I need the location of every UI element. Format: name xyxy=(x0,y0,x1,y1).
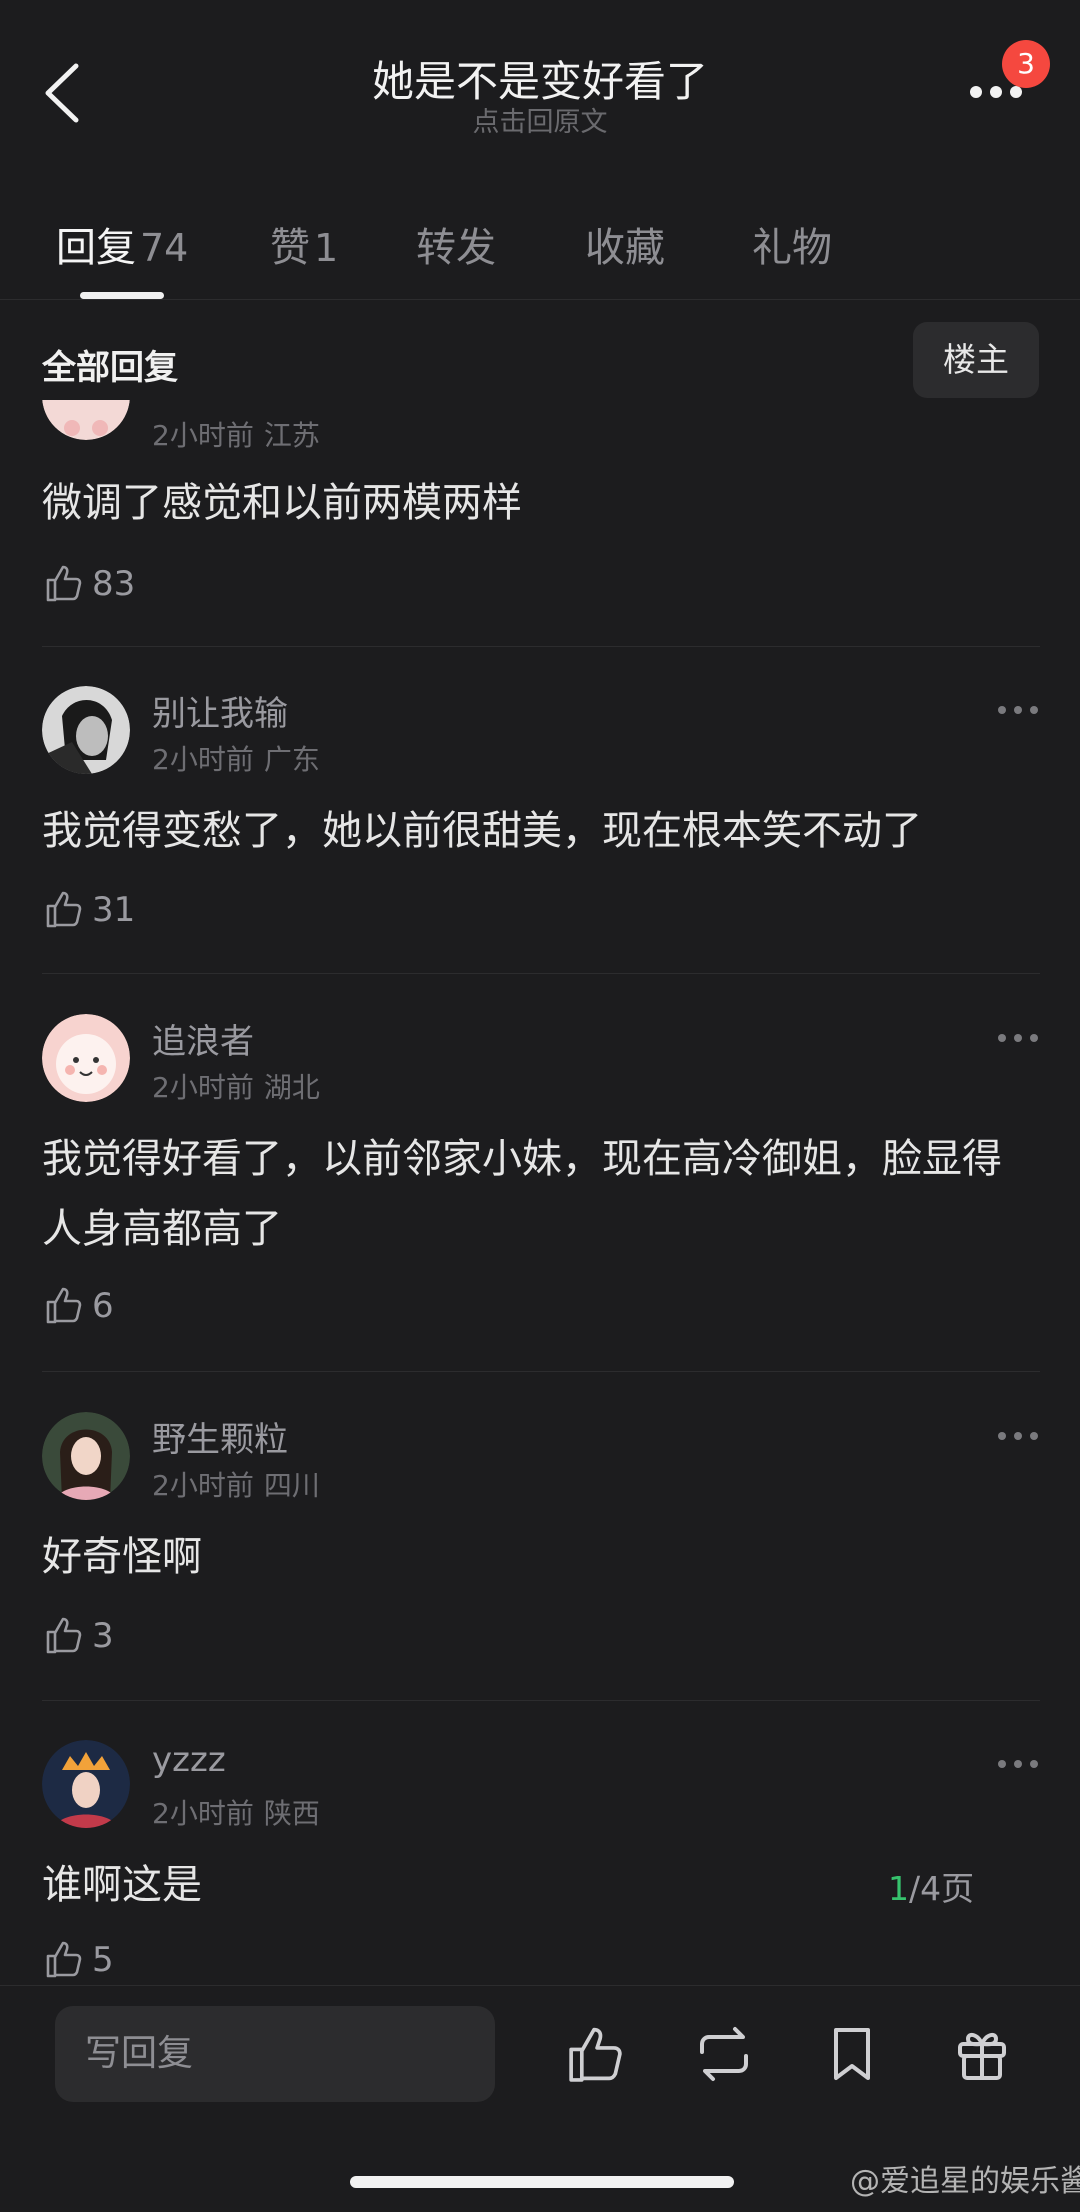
comment-item: 2小时前 江苏 微调了感觉和以前两模两样 83 xyxy=(0,400,1080,646)
avatar[interactable] xyxy=(42,1014,130,1102)
tab-label: 收藏 xyxy=(585,225,665,271)
comment-text: 谁啊这是 xyxy=(42,1862,202,1908)
tab-bar: 回复 74 赞1 转发 收藏 礼物 xyxy=(0,205,1080,300)
comment-item: 追浪者 2小时前 湖北 我觉得好看了，以前邻家小妹，现在高冷御姐，脸显得人身高都高… xyxy=(0,1014,1080,1370)
comment-username[interactable]: 追浪者 xyxy=(152,1014,254,1063)
comment-time: 2小时前 xyxy=(152,419,254,452)
like-count: 6 xyxy=(92,1286,114,1326)
comment-username[interactable]: 别让我输 xyxy=(152,686,288,735)
comment-time: 2小时前 xyxy=(152,1797,254,1830)
tab-label: 回复 xyxy=(56,225,136,271)
post-replies-page: 她是不是变好看了 点击回原文 3 回复 74 赞1 转发 收藏 礼物 全部回复 楼… xyxy=(0,0,1080,2212)
comment-meta: 2小时前 江苏 xyxy=(152,414,320,454)
like-post-button[interactable] xyxy=(562,2022,626,2086)
tab-likes[interactable]: 赞1 xyxy=(270,215,338,273)
divider xyxy=(42,973,1040,974)
more-dots-icon xyxy=(970,86,982,98)
tab-label: 礼物 xyxy=(752,225,832,271)
tab-count: 1 xyxy=(314,226,339,270)
comment-location: 广东 xyxy=(263,743,320,776)
tab-label: 转发 xyxy=(416,225,496,271)
more-dots-icon xyxy=(998,1034,1006,1042)
like-count: 3 xyxy=(92,1616,114,1656)
owner-filter-button[interactable]: 楼主 xyxy=(913,322,1039,398)
tab-gifts[interactable]: 礼物 xyxy=(752,215,832,273)
bookmark-button[interactable] xyxy=(820,2022,884,2086)
comment-text: 好奇怪啊 xyxy=(42,1534,202,1580)
avatar[interactable] xyxy=(42,686,130,774)
more-dots-icon xyxy=(998,1432,1006,1440)
comment-username[interactable]: yzzz xyxy=(152,1740,226,1780)
comment-username[interactable]: 野生颗粒 xyxy=(152,1412,288,1461)
home-indicator xyxy=(350,2176,734,2188)
like-count: 83 xyxy=(92,564,136,604)
comment-item: 别让我输 2小时前 广东 我觉得变愁了，她以前很甜美，现在根本笑不动了 31 xyxy=(0,686,1080,976)
active-tab-indicator xyxy=(80,292,164,299)
like-count: 5 xyxy=(92,1940,114,1980)
comment-meta: 2小时前 四川 xyxy=(152,1464,320,1504)
like-count: 31 xyxy=(92,890,136,930)
gift-button[interactable] xyxy=(950,2022,1014,2086)
tab-reposts[interactable]: 转发 xyxy=(416,215,496,273)
comment-location: 陕西 xyxy=(263,1797,320,1830)
thumbs-up-icon xyxy=(46,1941,82,1978)
reply-input[interactable]: 写回复 xyxy=(55,2006,495,2102)
thumbs-up-icon xyxy=(46,1617,82,1654)
comment-more-button[interactable] xyxy=(996,1426,1040,1446)
comment-text: 我觉得变愁了，她以前很甜美，现在根本笑不动了 xyxy=(42,808,922,854)
notification-badge: 3 xyxy=(1002,40,1050,88)
comment-time: 2小时前 xyxy=(152,743,254,776)
bookmark-icon xyxy=(834,2028,870,2080)
comment-more-button[interactable] xyxy=(996,1028,1040,1048)
thumbs-up-icon xyxy=(46,565,82,602)
comment-item: 野生颗粒 2小时前 四川 好奇怪啊 3 xyxy=(0,1412,1080,1702)
header: 她是不是变好看了 点击回原文 3 xyxy=(0,0,1080,180)
comment-more-button[interactable] xyxy=(996,1754,1040,1774)
tab-label: 赞 xyxy=(270,225,310,271)
divider xyxy=(42,646,1040,647)
comment-time: 2小时前 xyxy=(152,1469,254,1502)
repost-icon xyxy=(700,2027,748,2081)
comment-text: 微调了感觉和以前两模两样 xyxy=(42,480,522,526)
avatar[interactable] xyxy=(42,1412,130,1500)
repost-button[interactable] xyxy=(692,2022,756,2086)
avatar[interactable] xyxy=(42,1740,130,1828)
divider xyxy=(42,1371,1040,1372)
comment-location: 四川 xyxy=(263,1469,320,1502)
tab-replies[interactable]: 回复 74 xyxy=(56,215,188,273)
comment-more-button[interactable] xyxy=(996,700,1040,720)
thumbs-up-icon xyxy=(569,2027,622,2082)
more-dots-icon xyxy=(998,706,1006,714)
watermark: @爱追星的娱乐酱 xyxy=(850,2164,1080,2199)
current-page: 1 xyxy=(888,1869,909,1908)
comment-meta: 2小时前 陕西 xyxy=(152,1792,320,1832)
page-indicator[interactable]: 1/4页 xyxy=(888,1862,974,1910)
more-dots-icon xyxy=(998,1760,1006,1768)
comment-text: 我觉得好看了，以前邻家小妹，现在高冷御姐，脸显得人身高都高了 xyxy=(42,1136,1002,1252)
divider xyxy=(42,1700,1040,1701)
comment-meta: 2小时前 广东 xyxy=(152,738,320,778)
comment-meta: 2小时前 湖北 xyxy=(152,1066,320,1106)
tab-count: 74 xyxy=(140,226,189,270)
section-title: 全部回复 xyxy=(42,348,178,388)
bottom-action-bar: 写回复 @爱追星的娱乐酱 xyxy=(0,1985,1080,2212)
back-to-original-link[interactable]: 点击回原文 xyxy=(0,100,1080,139)
comment-location: 江苏 xyxy=(263,419,320,452)
tab-favorites[interactable]: 收藏 xyxy=(585,215,665,273)
avatar[interactable] xyxy=(42,400,130,440)
comment-time: 2小时前 xyxy=(152,1071,254,1104)
comment-location: 湖北 xyxy=(263,1071,320,1104)
thumbs-up-icon xyxy=(46,891,82,928)
thumbs-up-icon xyxy=(46,1287,82,1324)
total-pages: /4页 xyxy=(909,1869,975,1908)
gift-icon xyxy=(958,2032,1006,2080)
